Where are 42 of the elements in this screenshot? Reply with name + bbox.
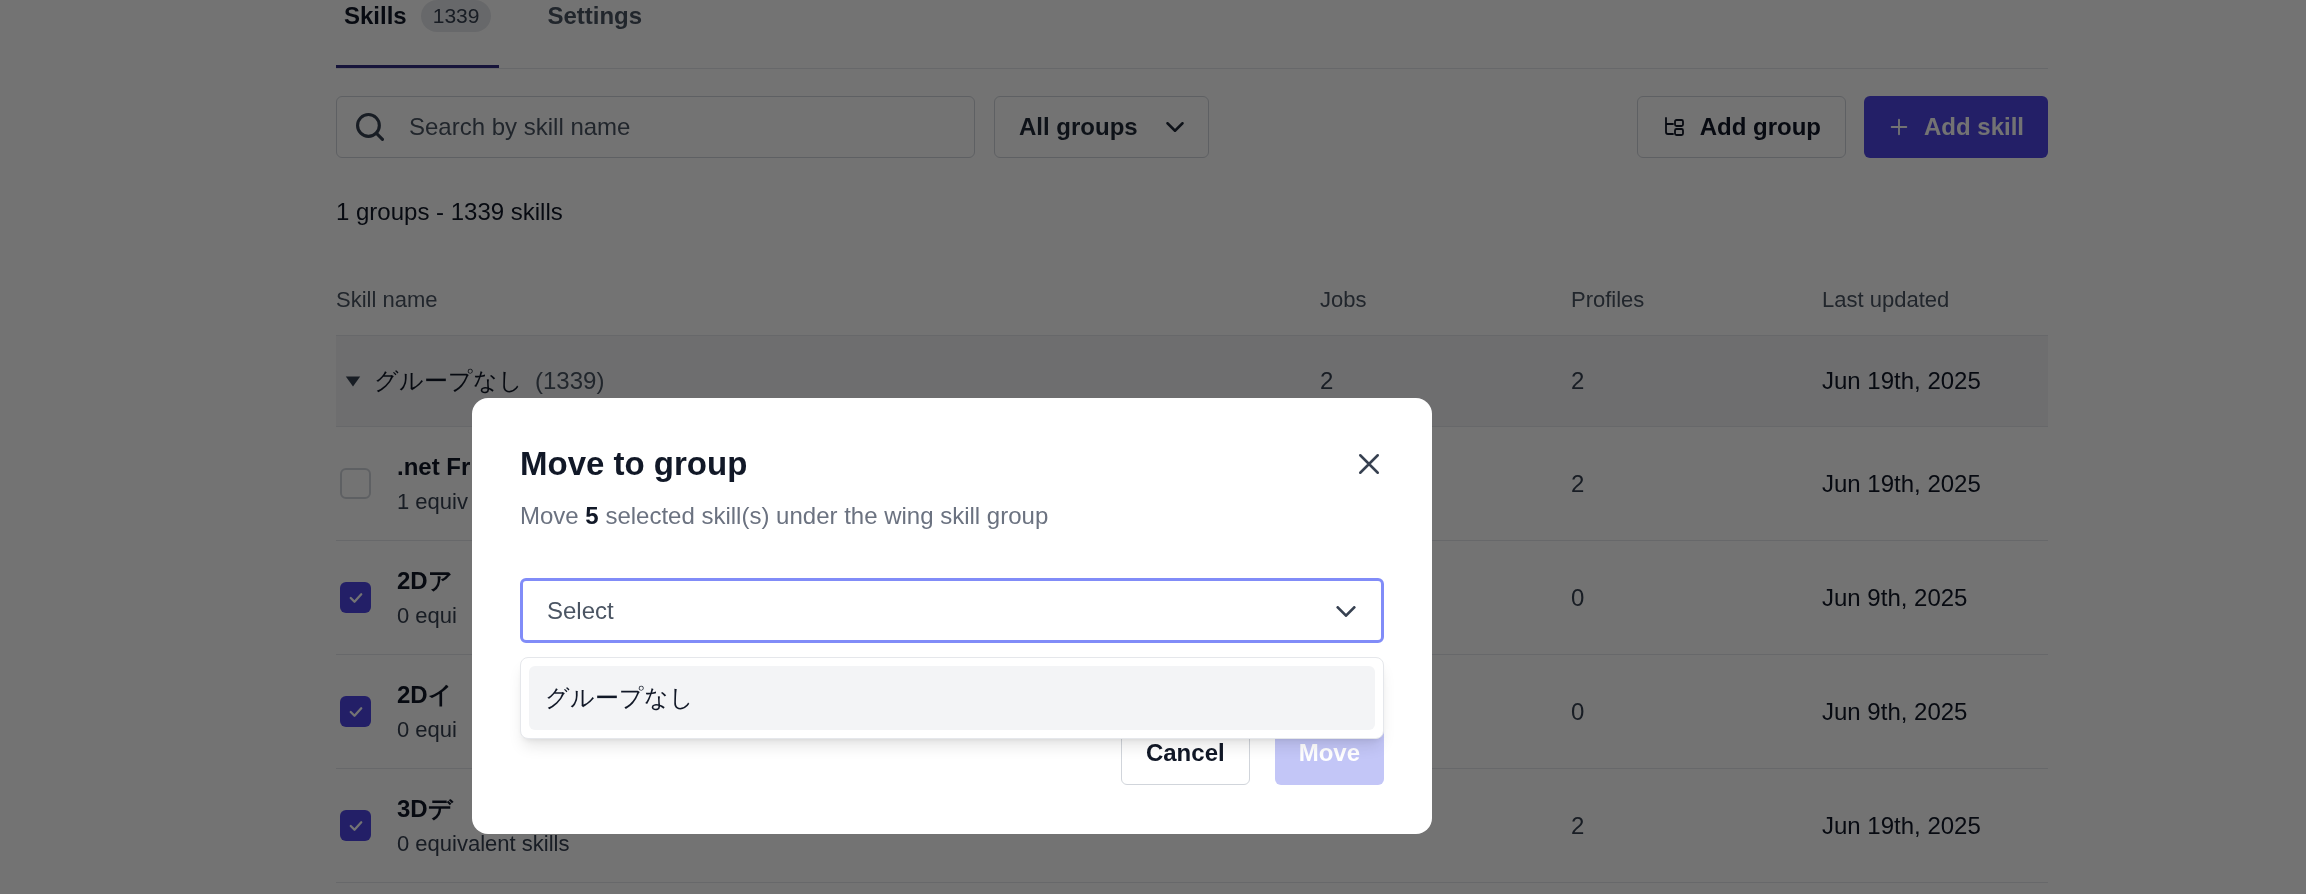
skill-name: .net Fr	[397, 451, 471, 482]
column-header[interactable]: Last updated	[1822, 283, 2048, 316]
search-field[interactable]: Search by skill name	[336, 96, 975, 158]
dialog-description: Move 5 selected skill(s) under the wing skill group	[520, 501, 1050, 531]
table-cell-text: Jun 9th, 2025	[1822, 696, 1969, 727]
group-select[interactable]: Select	[520, 578, 1384, 643]
row-checkbox[interactable]	[340, 582, 371, 613]
column-header[interactable]: Skill name	[336, 283, 1320, 316]
group-filter-dropdown[interactable]: All groups	[994, 96, 1209, 158]
equivalent-skills-count: 0 equi	[397, 715, 457, 744]
row-checkbox[interactable]	[340, 696, 371, 727]
group-count: (1339)	[535, 366, 605, 396]
column-header[interactable]: Profiles	[1571, 283, 1822, 316]
equivalent-skills-count: 1 equiv	[397, 487, 469, 516]
table-cell-text: Jun 9th, 2025	[1822, 582, 1969, 613]
table-cell-text: Jun 19th, 2025	[1822, 810, 1982, 841]
dialog-title: Move to group	[520, 444, 748, 485]
table-cell-text: 2	[1320, 366, 1335, 396]
primary-button[interactable]: Add skill	[1863, 96, 2048, 158]
tab[interactable]: Settings	[539, 0, 651, 68]
skill-name: 3Dデ	[397, 793, 455, 824]
table-cell-text: 0	[1571, 696, 1586, 727]
equivalent-skills-count: 0 equivalent skills	[397, 829, 570, 858]
count-badge: 1339	[420, 0, 492, 32]
skill-name: 2Dイ	[397, 679, 454, 710]
dropdown-option[interactable]: グループなし	[529, 666, 1375, 730]
table-cell-text: 2	[1571, 468, 1586, 499]
equivalent-skills-count: 0 equi	[397, 601, 457, 630]
search-icon	[356, 113, 384, 141]
group-name: グループなし	[374, 366, 523, 396]
summary-text: 1 groups - 1339 skills	[336, 197, 564, 227]
table-cell-text: 0	[1571, 582, 1586, 613]
table-cell-text: 2	[1571, 810, 1586, 841]
row-checkbox[interactable]	[340, 810, 371, 841]
table-cell-text: 2	[1571, 366, 1586, 396]
table-cell-text: Jun 19th, 2025	[1822, 468, 1982, 499]
chevron-down-icon	[1166, 122, 1184, 132]
skill-name: 2Dア	[397, 565, 454, 596]
table-cell-text: Jun 19th, 2025	[1822, 366, 1982, 396]
secondary-button[interactable]: Add group	[1636, 96, 1846, 158]
chevron-down-icon	[1336, 606, 1356, 617]
column-header[interactable]: Jobs	[1320, 283, 1571, 316]
